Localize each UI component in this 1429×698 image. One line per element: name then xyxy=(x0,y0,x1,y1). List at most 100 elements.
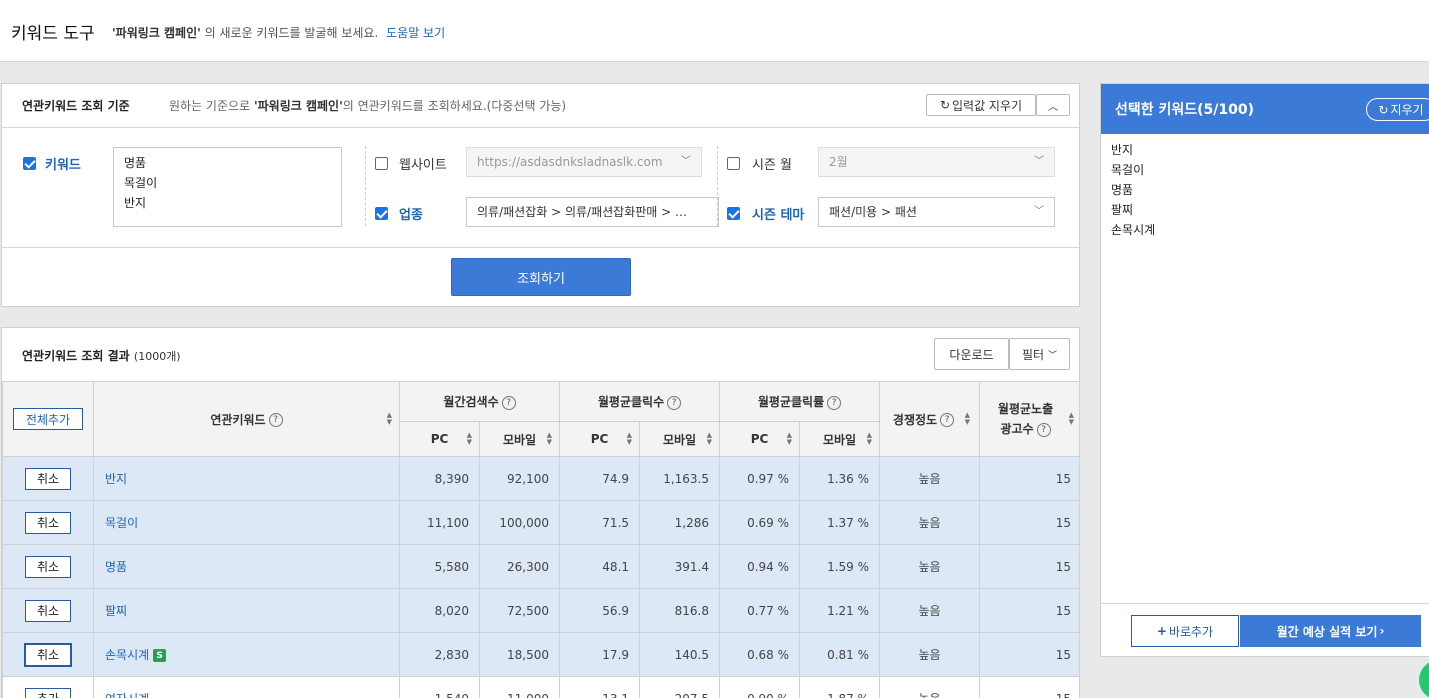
search-button[interactable]: 조회하기 xyxy=(451,258,631,296)
chevron-down-icon: ﹀ xyxy=(1034,156,1044,167)
selected-list: 반지 목걸이 명품 팔찌 손목시계 xyxy=(1111,140,1155,240)
search-mobile-cell: 100,000 xyxy=(478,500,561,545)
ctr-pc-cell: 0.77 % xyxy=(719,588,801,633)
criteria-sub-pre: 원하는 기준으로 xyxy=(169,99,251,113)
click-mobile-cell: 140.5 xyxy=(639,632,721,677)
season-theme-select[interactable]: 패션/미용 > 패션 ﹀ xyxy=(818,197,1055,227)
forecast-button[interactable]: 월간 예상 실적 보기 › xyxy=(1240,615,1421,647)
competition-header[interactable]: 경쟁정도? ▲ ▼ xyxy=(879,381,981,457)
collapse-button[interactable]: ︿ xyxy=(1036,94,1070,116)
list-item[interactable]: 손목시계 xyxy=(1111,220,1155,240)
sort-icon[interactable]: ▲ ▼ xyxy=(787,432,792,446)
keyword-cell[interactable]: 목걸이 xyxy=(93,500,400,545)
keyword-column-header[interactable]: 연관키워드? ▲ ▼ xyxy=(93,381,400,457)
sort-icon[interactable]: ▲ ▼ xyxy=(547,432,552,446)
list-item[interactable]: 목걸이 xyxy=(1111,160,1155,180)
keyword-cell[interactable]: 반지 xyxy=(93,456,400,501)
quick-add-button[interactable]: + 바로추가 xyxy=(1131,615,1239,647)
website-select[interactable]: https://asdasdnksladnaslk.com ﹀ xyxy=(466,147,702,177)
criteria-header: 연관키워드 조회 기준 원하는 기준으로 '파워링크 캠페인'의 연관키워드를 … xyxy=(2,84,1079,128)
pc-label: PC xyxy=(590,432,609,446)
refresh-icon: ↻ xyxy=(939,98,950,112)
season-month-checkbox[interactable] xyxy=(727,157,740,170)
download-button[interactable]: 다운로드 xyxy=(934,338,1009,370)
quick-add-label: 바로추가 xyxy=(1168,624,1214,639)
website-checkbox[interactable] xyxy=(375,157,388,170)
monthly-search-label: 월간검색수 xyxy=(443,395,499,409)
ctr-pc-header[interactable]: PC ▲ ▼ xyxy=(719,421,801,457)
divider xyxy=(365,146,366,226)
table-row: 추가 여자시계 1,540 11,000 13.1 207.5 0.90 % 1… xyxy=(2,676,1079,698)
sort-icon[interactable]: ▲ ▼ xyxy=(1069,412,1074,426)
click-mobile-header[interactable]: 모바일 ▲ ▼ xyxy=(639,421,721,457)
click-pc-header[interactable]: PC ▲ ▼ xyxy=(559,421,641,457)
criteria-sub-post: 의 연관키워드를 조회하세요.(다중선택 가능) xyxy=(342,99,567,113)
sort-icon[interactable]: ▲ ▼ xyxy=(467,432,472,446)
plus-icon: + xyxy=(1156,624,1167,638)
chevron-right-icon: › xyxy=(1379,624,1385,638)
ads-cell: 15 xyxy=(979,456,1079,501)
cancel-button[interactable]: 취소 xyxy=(25,555,71,578)
selected-keywords-panel: 선택한 키워드(5/100) ↻ 지우기 반지 목걸이 명품 팔찌 손목시계 +… xyxy=(1100,83,1429,657)
help-icon[interactable]: ? xyxy=(940,413,955,427)
search-mobile-cell: 92,100 xyxy=(478,456,561,501)
competition-cell: 높음 xyxy=(879,544,981,589)
keyword-textarea[interactable]: 명품 목걸이 반지 xyxy=(113,147,342,227)
criteria-campaign-name: '파워링크 캠페인' xyxy=(253,99,343,113)
help-icon[interactable]: ? xyxy=(501,395,516,410)
sort-icon[interactable]: ▲ ▼ xyxy=(867,432,872,446)
clear-selected-button[interactable]: ↻ 지우기 xyxy=(1366,98,1429,121)
filter-button[interactable]: 필터 ﹀ xyxy=(1009,338,1070,370)
cancel-button[interactable]: 취소 xyxy=(25,467,71,490)
help-link[interactable]: 도움말 보기 xyxy=(386,26,445,40)
keyword-label: 키워드 xyxy=(45,158,81,173)
table-row: 취소 손목시계 S 2,830 18,500 17.9 140.5 0.68 % … xyxy=(2,632,1079,677)
clear-input-button[interactable]: ↻ 입력값 지우기 xyxy=(926,94,1036,116)
add-all-button[interactable]: 전체추가 xyxy=(13,408,83,430)
industry-value: 의류/패션잡화 > 의류/패션잡화판매 > … xyxy=(477,205,688,219)
page-title: 키워드 도구 xyxy=(11,24,95,44)
sort-icon[interactable]: ▲ ▼ xyxy=(627,432,632,446)
help-icon[interactable]: ? xyxy=(1036,422,1051,437)
help-icon[interactable]: ? xyxy=(827,395,842,410)
list-item[interactable]: 반지 xyxy=(1111,140,1155,160)
chat-fab-button[interactable] xyxy=(1419,660,1429,698)
keyword-checkbox[interactable] xyxy=(23,157,36,170)
avg-ads-header[interactable]: 월평균노출 광고수? ▲ ▼ xyxy=(979,381,1079,457)
ctr-mobile-cell: 1.36 % xyxy=(799,456,881,501)
season-theme-checkbox[interactable] xyxy=(727,207,740,220)
season-month-label: 시즌 월 xyxy=(752,158,793,173)
criteria-panel: 연관키워드 조회 기준 원하는 기준으로 '파워링크 캠페인'의 연관키워드를 … xyxy=(1,83,1080,307)
sort-icon[interactable]: ▲ ▼ xyxy=(707,432,712,446)
sort-icon[interactable]: ▲ ▼ xyxy=(965,412,970,426)
keyword-cell[interactable]: 팔찌 xyxy=(93,588,400,633)
cancel-button[interactable]: 취소 xyxy=(25,511,71,534)
keyword-cell[interactable]: 손목시계 S xyxy=(93,632,400,677)
help-icon[interactable]: ? xyxy=(667,395,682,410)
keyword-text: 손목시계 xyxy=(105,648,150,662)
cancel-button[interactable]: 취소 xyxy=(25,643,71,666)
season-month-value: 2월 xyxy=(829,155,848,169)
search-mobile-cell: 72,500 xyxy=(478,588,561,633)
sort-icon[interactable]: ▲ ▼ xyxy=(387,412,392,426)
keyword-cell[interactable]: 여자시계 xyxy=(93,676,400,698)
criteria-title: 연관키워드 조회 기준 xyxy=(22,99,130,113)
season-month-select[interactable]: 2월 ﹀ xyxy=(818,147,1055,177)
competition-cell: 높음 xyxy=(879,676,981,698)
help-icon[interactable]: ? xyxy=(268,413,283,427)
keyword-cell[interactable]: 명품 xyxy=(93,544,400,589)
search-pc-header[interactable]: PC ▲ ▼ xyxy=(399,421,480,457)
list-item[interactable]: 명품 xyxy=(1111,180,1155,200)
add-all-header: 전체추가 xyxy=(2,381,94,457)
avg-clicks-label: 월평균클릭수 xyxy=(597,395,665,409)
industry-select[interactable]: 의류/패션잡화 > 의류/패션잡화판매 > … xyxy=(466,197,719,227)
ctr-mobile-header[interactable]: 모바일 ▲ ▼ xyxy=(799,421,881,457)
list-item[interactable]: 팔찌 xyxy=(1111,200,1155,220)
results-title-text: 연관키워드 조회 결과 xyxy=(22,349,130,363)
search-pc-cell: 8,390 xyxy=(399,456,480,501)
industry-checkbox[interactable] xyxy=(375,207,388,220)
search-mobile-header[interactable]: 모바일 ▲ ▼ xyxy=(478,421,561,457)
add-button[interactable]: 추가 xyxy=(25,687,71,698)
cancel-button[interactable]: 취소 xyxy=(25,599,71,622)
ctr-mobile-cell: 1.37 % xyxy=(799,500,881,545)
